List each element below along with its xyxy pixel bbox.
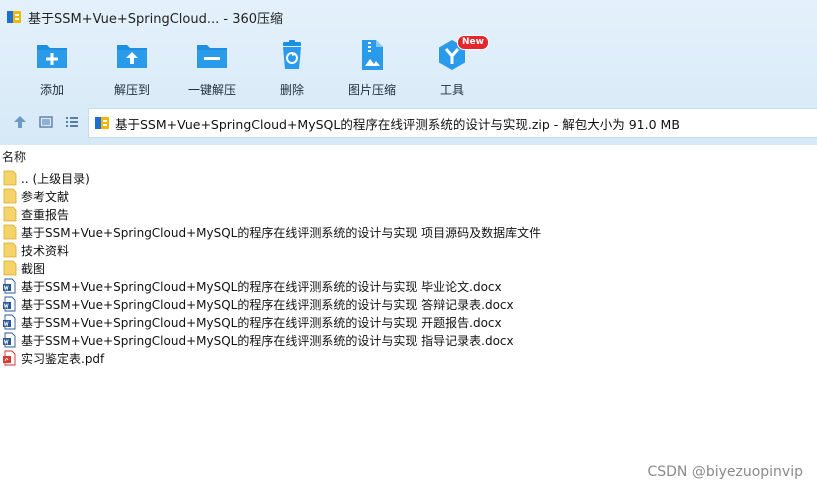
one-click-extract-button[interactable]: 一键解压 [172,38,252,98]
one-click-extract-button-label: 一键解压 [187,83,236,97]
list-item-name: 基于SSM+Vue+SpringCloud+MySQL的程序在线评测系统的设计与… [21,333,514,348]
list-item[interactable]: 实习鉴定表.pdf [2,349,541,367]
list-item[interactable]: 基于SSM+Vue+SpringCloud+MySQL的程序在线评测系统的设计与… [2,277,541,295]
add-icon [35,38,69,72]
watermark: CSDN @biyezuopinvip [647,464,803,480]
address-bar: 基于SSM+Vue+SpringCloud+MySQL的程序在线评测系统的设计与… [0,104,817,140]
extract-to-button-label: 解压到 [113,83,150,97]
list-item-name: 查重报告 [21,207,70,222]
list-view-icon[interactable] [63,113,81,131]
tools-icon: New [435,35,489,72]
file-list: 名称 .. (上级目录) 参考文献 查重报告 基于SSM+Vue+SpringC… [0,145,817,490]
list-item[interactable]: 基于SSM+Vue+SpringCloud+MySQL的程序在线评测系统的设计与… [2,295,541,313]
list-item[interactable]: .. (上级目录) [2,169,541,187]
list-item-name: 基于SSM+Vue+SpringCloud+MySQL的程序在线评测系统的设计与… [21,225,542,240]
list-item-name: .. (上级目录) [21,171,90,186]
delete-button-label: 删除 [279,83,304,97]
delete-icon [275,38,309,72]
folder-icon [2,170,18,186]
list-item[interactable]: 基于SSM+Vue+SpringCloud+MySQL的程序在线评测系统的设计与… [2,331,541,349]
one-click-extract-icon [195,38,229,72]
path-text: 基于SSM+Vue+SpringCloud+MySQL的程序在线评测系统的设计与… [115,116,680,132]
folder-icon [2,188,18,204]
add-button[interactable]: 添加 [12,38,92,98]
extract-to-icon [115,38,149,72]
thumbnail-view-icon[interactable] [37,113,55,131]
tools-button[interactable]: New 工具 [412,35,492,98]
app-logo-icon [6,9,22,25]
top-bar: 基于SSM+Vue+SpringCloud... - 360压缩 添加 解压到 … [0,0,817,145]
file-rows: .. (上级目录) 参考文献 查重报告 基于SSM+Vue+SpringClou… [2,169,541,367]
toolbar: 添加 解压到 一键解压 删除 图片压缩 New 工具 [0,34,817,100]
folder-icon [2,260,18,276]
word-document-icon [2,278,18,294]
list-item-name: 实习鉴定表.pdf [21,351,105,366]
list-item-name: 参考文献 [21,189,70,204]
list-item[interactable]: 基于SSM+Vue+SpringCloud+MySQL的程序在线评测系统的设计与… [2,223,541,241]
word-document-icon [2,296,18,312]
tools-button-label: 工具 [439,83,464,97]
word-document-icon [2,314,18,330]
image-compress-button-label: 图片压缩 [347,83,396,97]
list-item[interactable]: 参考文献 [2,187,541,205]
column-header-name[interactable]: 名称 [2,148,26,164]
extract-to-button[interactable]: 解压到 [92,38,172,98]
add-button-label: 添加 [39,83,64,97]
image-compress-icon [355,38,389,72]
up-arrow-icon[interactable] [11,113,29,131]
list-item[interactable]: 技术资料 [2,241,541,259]
path-field[interactable]: 基于SSM+Vue+SpringCloud+MySQL的程序在线评测系统的设计与… [88,108,817,138]
list-item[interactable]: 截图 [2,259,541,277]
list-item-name: 技术资料 [21,243,70,258]
list-item-name: 基于SSM+Vue+SpringCloud+MySQL的程序在线评测系统的设计与… [21,315,502,330]
list-item[interactable]: 查重报告 [2,205,541,223]
list-item-name: 基于SSM+Vue+SpringCloud+MySQL的程序在线评测系统的设计与… [21,297,514,312]
word-document-icon [2,332,18,348]
title-bar: 基于SSM+Vue+SpringCloud... - 360压缩 [0,0,817,34]
list-item-name: 基于SSM+Vue+SpringCloud+MySQL的程序在线评测系统的设计与… [21,279,502,294]
folder-icon [2,242,18,258]
pdf-document-icon [2,350,18,366]
folder-icon [2,206,18,222]
list-item[interactable]: 基于SSM+Vue+SpringCloud+MySQL的程序在线评测系统的设计与… [2,313,541,331]
new-badge: New [457,35,489,50]
image-compress-button[interactable]: 图片压缩 [332,38,412,98]
list-item-name: 截图 [21,261,46,276]
folder-icon [2,224,18,240]
window-title: 基于SSM+Vue+SpringCloud... - 360压缩 [28,11,284,27]
zip-file-icon [94,115,110,131]
delete-button[interactable]: 删除 [252,38,332,98]
